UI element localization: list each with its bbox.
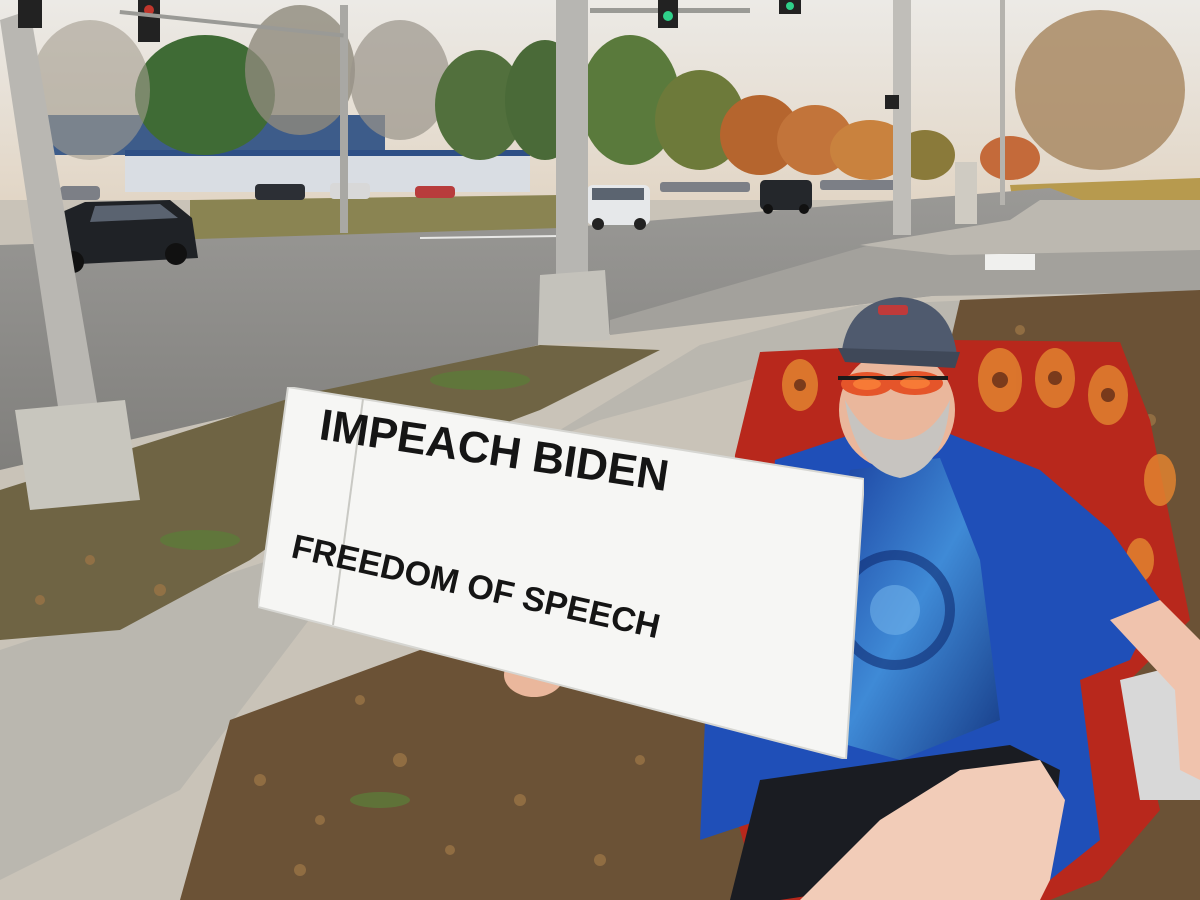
protest-sign: IMPEACH BIDEN FREEDOM OF SPEECH: [258, 387, 864, 759]
white-suv-car: [587, 185, 650, 230]
black-suv-car: [760, 180, 812, 214]
crosswalk-stripe: [985, 254, 1035, 270]
